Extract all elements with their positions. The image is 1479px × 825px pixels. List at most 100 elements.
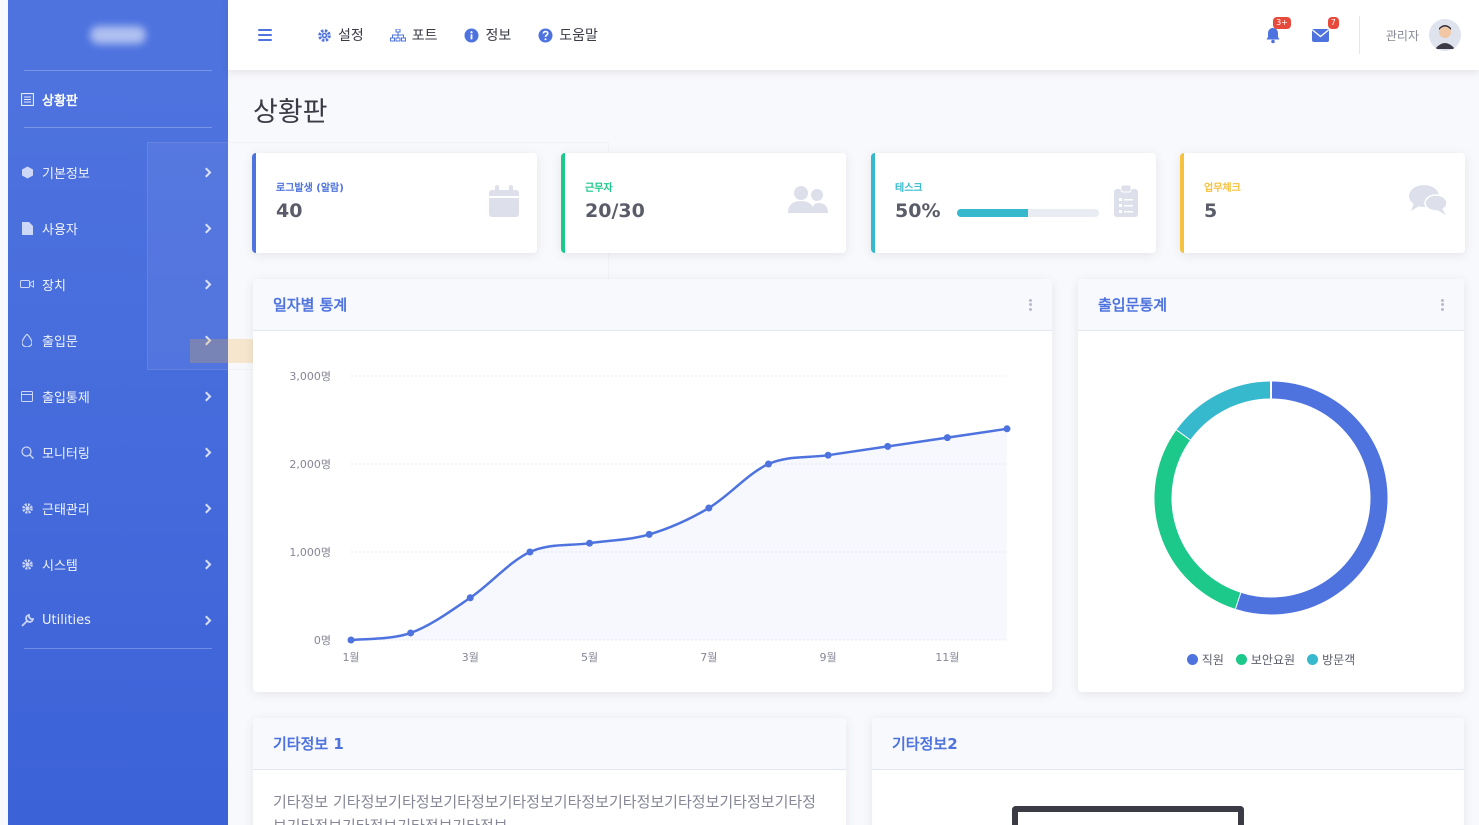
topmenu-item-0[interactable]: 설정	[316, 25, 364, 45]
sidebar-item-4[interactable]: 출입통제	[8, 368, 228, 424]
card-title: 일자별 통계	[273, 296, 348, 314]
messages-badge: 7	[1327, 17, 1339, 29]
chevron-right-icon	[201, 167, 212, 177]
legend-label: 방문객	[1322, 653, 1356, 667]
legend-label: 직원	[1201, 653, 1224, 667]
topmenu-item-3[interactable]: 도움말	[537, 25, 598, 45]
y-tick-label: 1,000명	[289, 546, 331, 559]
avatar[interactable]	[1429, 19, 1461, 51]
topmenu-item-2[interactable]: 정보	[464, 25, 511, 45]
sidebar-item-label: Utilities	[42, 612, 91, 628]
alerts-badge: 3+	[1273, 17, 1291, 29]
brand-logo[interactable]	[8, 0, 228, 70]
sidebar: 상황판 기본정보사용자장치출입문출입통제모니터링근태관리 시스템 Utilities	[8, 0, 228, 825]
dashboard-icon	[20, 92, 34, 106]
legend-item: 직원	[1186, 651, 1224, 668]
x-tick-label: 11월	[935, 651, 959, 664]
x-tick-label: 5월	[581, 651, 598, 664]
sidebar-divider	[24, 127, 212, 128]
bell-icon	[1266, 27, 1280, 43]
card-title: 기타정보 1	[273, 735, 344, 753]
legend-item: 방문객	[1307, 651, 1355, 668]
legend-item: 보안요원	[1235, 651, 1296, 668]
sidebar-item-7[interactable]: 시스템	[8, 536, 228, 592]
info-icon	[464, 27, 480, 43]
chevron-right-icon	[201, 503, 212, 513]
topmenu-item-1[interactable]: 포트	[389, 25, 438, 45]
donut-slice	[1176, 381, 1272, 440]
sidebar-item-dashboard[interactable]: 상황판	[8, 71, 228, 127]
y-tick-label: 3,000명	[289, 370, 331, 383]
page-title: 상황판	[253, 97, 328, 128]
stat-card-work-check: 업무체크 5	[1180, 153, 1465, 253]
x-tick-label: 9월	[820, 651, 837, 664]
x-tick-label: 7월	[700, 651, 717, 664]
daily-stats-card: 일자별 통계 0명 1,000명 2,000명 3,000명 1월 3월 5월 7월 9월 11월	[253, 279, 1052, 692]
envelope-icon	[1312, 28, 1330, 42]
topmenu-label: 설정	[338, 28, 364, 44]
gear-icon	[316, 27, 332, 43]
sidebar-item-5[interactable]: 모니터링	[8, 424, 228, 480]
data-point	[884, 442, 892, 450]
sidebar-item-3[interactable]: 출입문	[8, 312, 228, 368]
video-icon	[20, 277, 34, 291]
stat-card-tasks: 테스크 50%	[871, 153, 1156, 253]
wrench-icon	[20, 613, 34, 627]
gear-icon	[20, 501, 34, 515]
donut-slice	[1154, 429, 1241, 609]
info-card-1: 기타정보 1 기타정보 기타정보기타정보기타정보기타정보기타정보기타정보기타정보…	[253, 718, 846, 825]
calendar-icon	[20, 389, 34, 403]
sidebar-item-0[interactable]: 기본정보	[8, 144, 228, 200]
area-fill	[351, 428, 1007, 640]
kebab-menu-icon[interactable]	[1029, 298, 1032, 311]
legend-dot	[1307, 654, 1319, 665]
clipboard-icon	[1114, 184, 1138, 221]
topmenu-label: 포트	[411, 28, 438, 44]
menu-toggle-icon[interactable]	[258, 29, 272, 41]
sidebar-item-label: 모니터링	[42, 446, 90, 462]
gear-icon	[20, 557, 34, 571]
chevron-right-icon	[201, 615, 212, 625]
data-point	[586, 539, 594, 547]
kebab-menu-icon[interactable]	[1441, 298, 1444, 311]
line-chart: 0명 1,000명 2,000명 3,000명 1월 3월 5월 7월 9월 11월	[289, 370, 1011, 664]
search-icon	[20, 445, 34, 459]
donut-slice	[1235, 381, 1388, 615]
sidebar-item-label: 상황판	[42, 93, 78, 109]
legend-dot	[1186, 654, 1198, 665]
sidebar-item-2[interactable]: 장치	[8, 256, 228, 312]
x-tick-label: 3월	[462, 651, 479, 664]
users-icon	[788, 185, 828, 219]
comments-icon	[1409, 185, 1448, 219]
progress-fill	[957, 209, 1028, 217]
chevron-right-icon	[201, 559, 212, 569]
screen-illustration	[1012, 806, 1244, 825]
alerts-button[interactable]: 3+	[1263, 17, 1291, 45]
data-point	[407, 629, 415, 637]
legend-label: 보안요원	[1250, 653, 1296, 667]
chevron-right-icon	[201, 223, 212, 233]
messages-button[interactable]: 7	[1311, 17, 1339, 45]
sidebar-item-6[interactable]: 근태관리	[8, 480, 228, 536]
stat-label: 로그발생 (알람)	[276, 183, 344, 194]
sidebar-item-8[interactable]: Utilities	[8, 592, 228, 648]
task-progress-bar	[957, 209, 1099, 217]
user-name[interactable]: 관리자	[1386, 27, 1419, 44]
cube-icon	[20, 165, 34, 179]
stat-label: 테스크	[895, 183, 923, 194]
data-point	[764, 460, 772, 468]
info-card-2: 기타정보2	[872, 718, 1464, 825]
sidebar-item-label: 기본정보	[42, 166, 90, 182]
sidebar-item-label: 출입문	[42, 334, 78, 350]
question-icon	[537, 27, 553, 43]
topbar-divider	[1358, 16, 1360, 54]
sidebar-item-1[interactable]: 사용자	[8, 200, 228, 256]
data-point	[824, 451, 832, 459]
chart-legend: 직원 보안요원 방문객	[1078, 651, 1464, 668]
card-title: 기타정보2	[892, 735, 958, 753]
data-point	[943, 434, 951, 442]
sidebar-item-label: 장치	[42, 278, 66, 294]
card-title: 출입문통계	[1098, 296, 1168, 314]
drop-icon	[20, 333, 34, 347]
sitemap-icon	[389, 27, 406, 43]
